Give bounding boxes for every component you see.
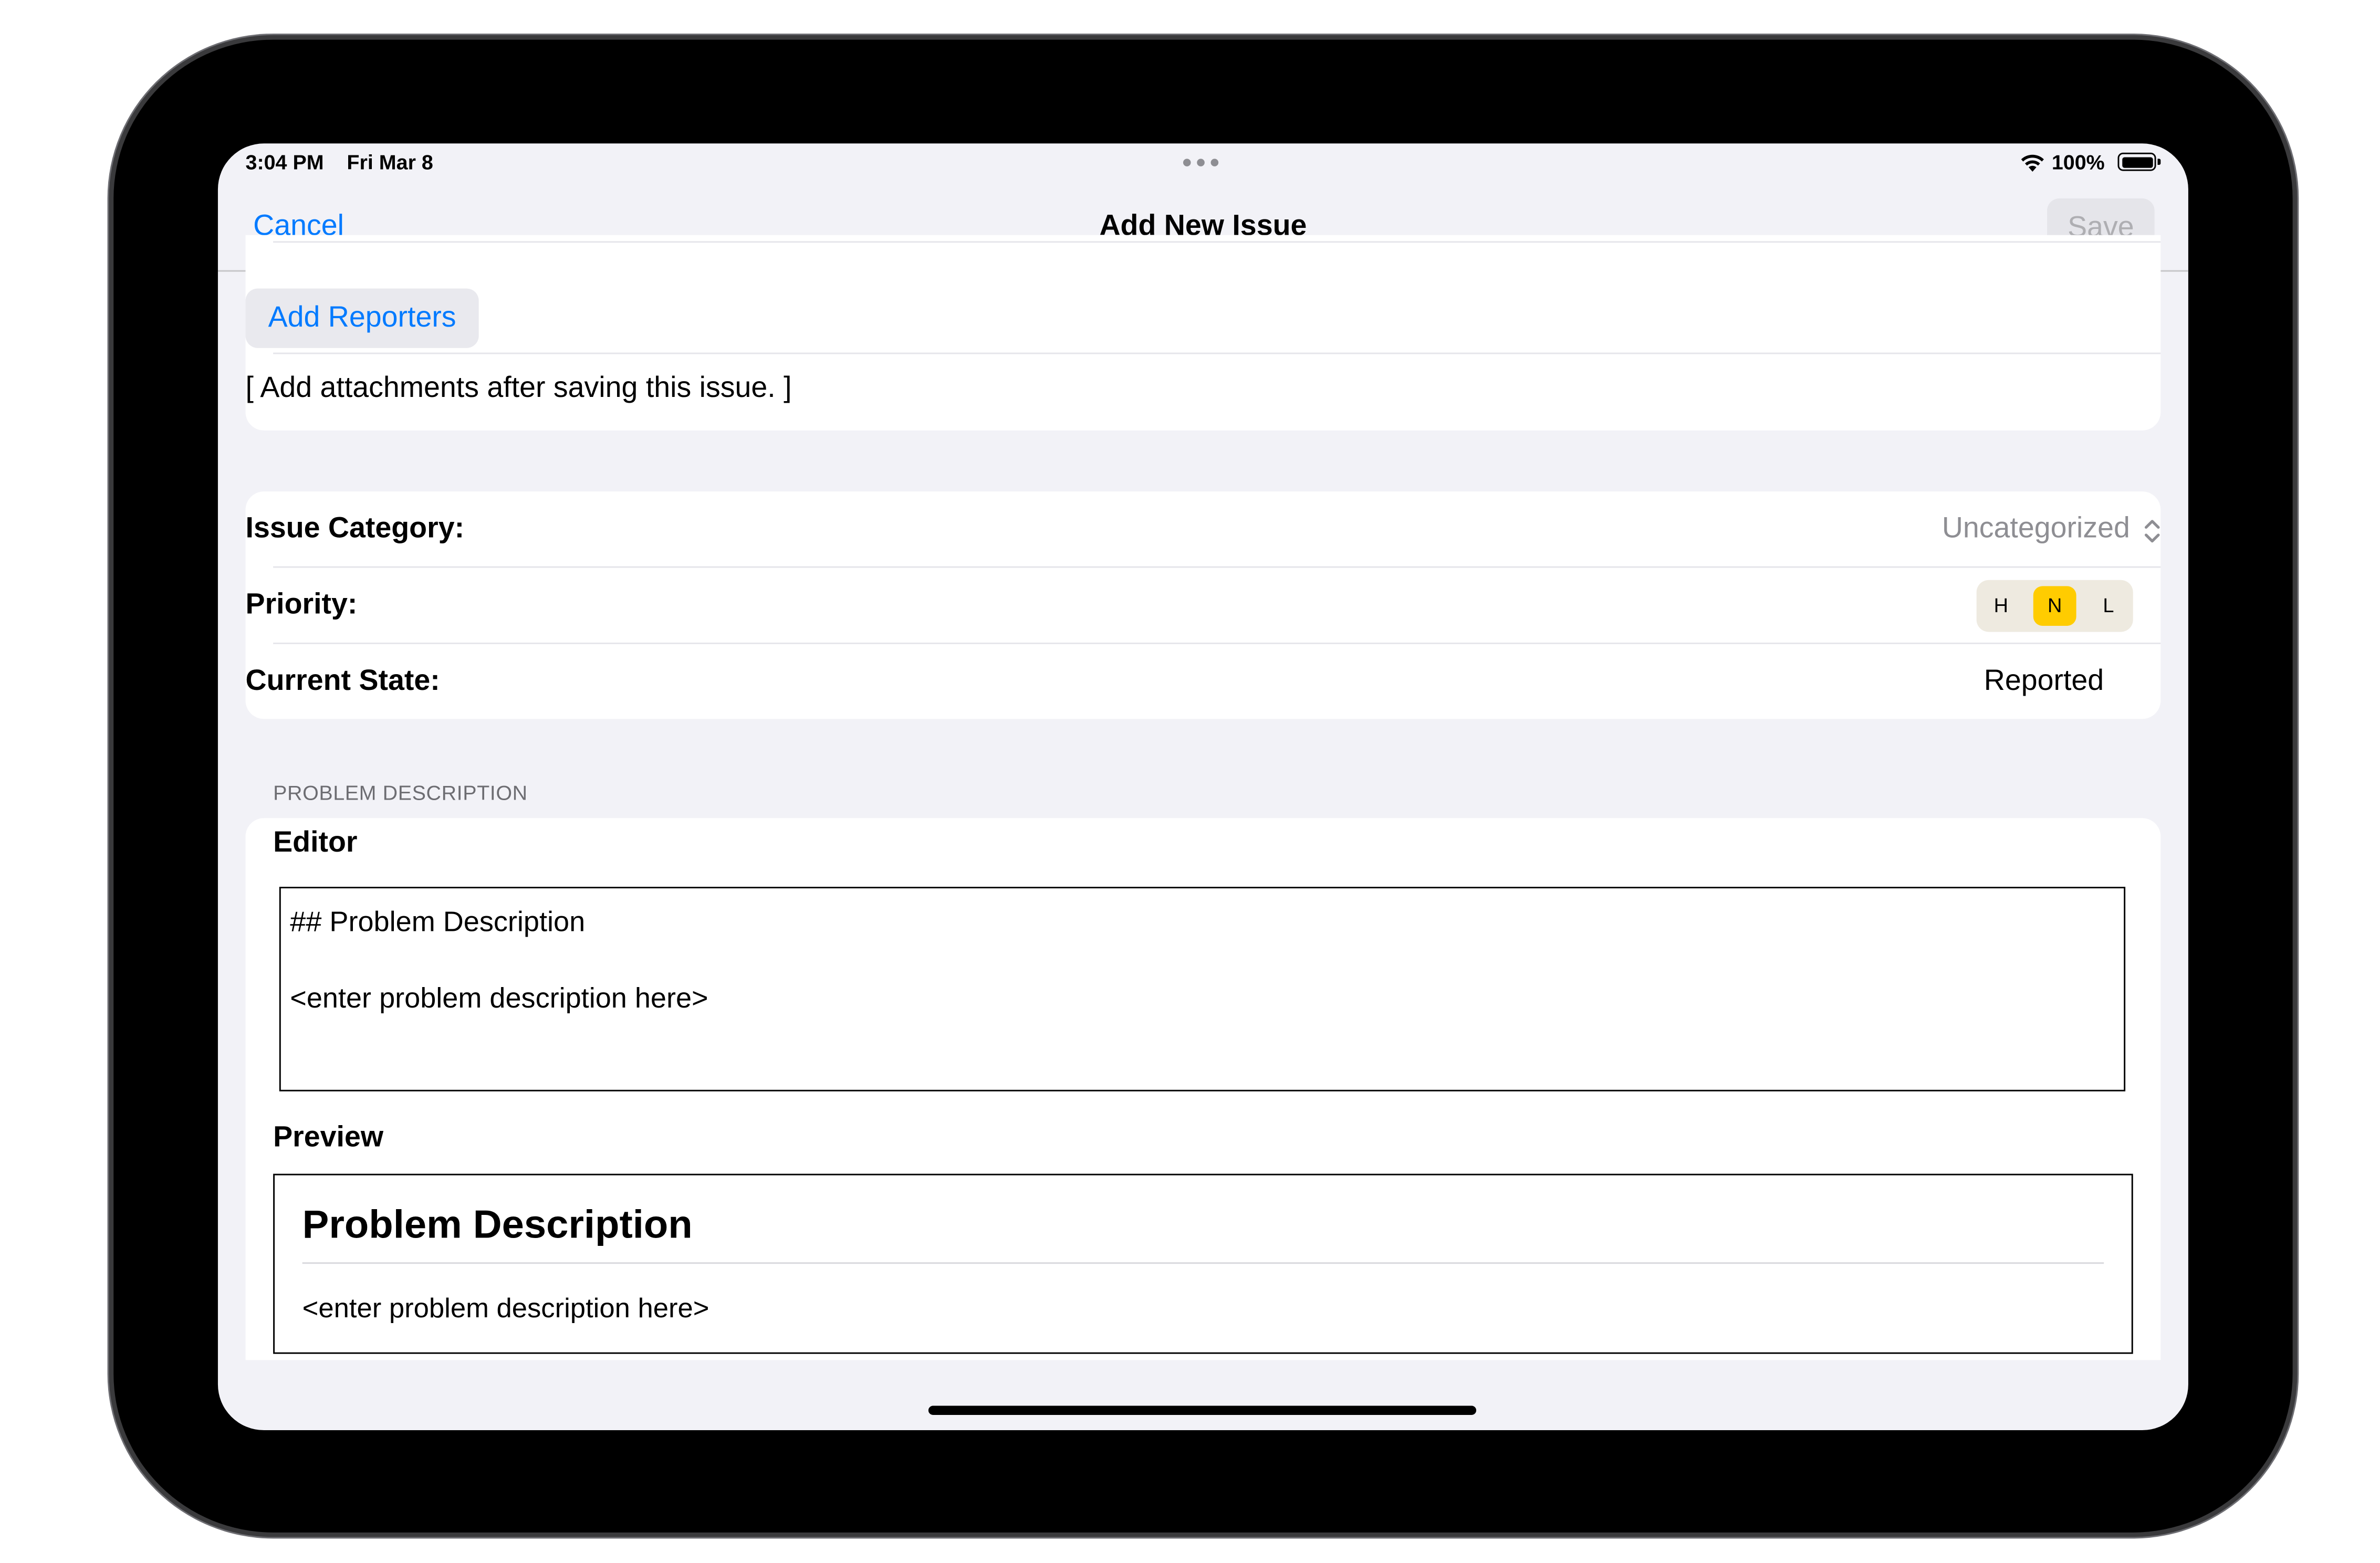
home-indicator[interactable] <box>928 1405 1477 1415</box>
divider <box>273 566 2161 568</box>
ipad-screen: 3:04 PM Fri Mar 8 100% Add New Issue Can… <box>217 143 2188 1431</box>
issue-category-label: Issue Category: <box>245 512 465 545</box>
battery-icon <box>2117 152 2161 171</box>
divider <box>273 642 2161 644</box>
markdown-editor[interactable]: ## Problem Description <enter problem de… <box>279 887 2126 1092</box>
device-stage: 3:04 PM Fri Mar 8 100% Add New Issue Can… <box>0 0 2380 1563</box>
priority-option-h[interactable]: H <box>1980 586 2023 626</box>
add-reporters-button[interactable]: Add Reporters <box>245 288 479 348</box>
status-bar: 3:04 PM Fri Mar 8 100% <box>218 143 2188 183</box>
priority-label: Priority: <box>245 589 358 622</box>
current-state-value: Reported <box>1984 665 2104 698</box>
preview-rule <box>302 1262 2104 1264</box>
issue-category-picker[interactable]: Uncategorized <box>1942 513 2130 547</box>
issue-details-card <box>245 491 2161 719</box>
battery-percentage: 100% <box>2051 151 2105 174</box>
section-header: PROBLEM DESCRIPTION <box>273 781 528 805</box>
status-date: Fri Mar 8 <box>347 151 433 174</box>
wifi-icon <box>2021 154 2044 172</box>
preview-body: <enter problem description here> <box>302 1293 709 1324</box>
editor-line: <enter problem description here> <box>290 981 708 1014</box>
preview-label: Preview <box>273 1121 384 1154</box>
status-time: 3:04 PM <box>245 151 324 174</box>
markdown-preview: Problem Description <enter problem descr… <box>273 1173 2133 1354</box>
current-state-label: Current State: <box>245 665 440 698</box>
chevron-up-down-icon[interactable] <box>2144 518 2160 545</box>
attachments-note: [ Add attachments after saving this issu… <box>245 372 792 405</box>
priority-segmented-control: H N L <box>1976 580 2133 632</box>
priority-option-n[interactable]: N <box>2033 586 2076 626</box>
divider <box>273 241 2161 243</box>
divider <box>273 352 2161 354</box>
multitasking-dots-icon[interactable] <box>1183 159 1219 166</box>
editor-label: Editor <box>273 827 358 859</box>
priority-option-l[interactable]: L <box>2087 586 2130 626</box>
preview-heading: Problem Description <box>302 1201 693 1247</box>
editor-line: ## Problem Description <box>290 905 586 938</box>
